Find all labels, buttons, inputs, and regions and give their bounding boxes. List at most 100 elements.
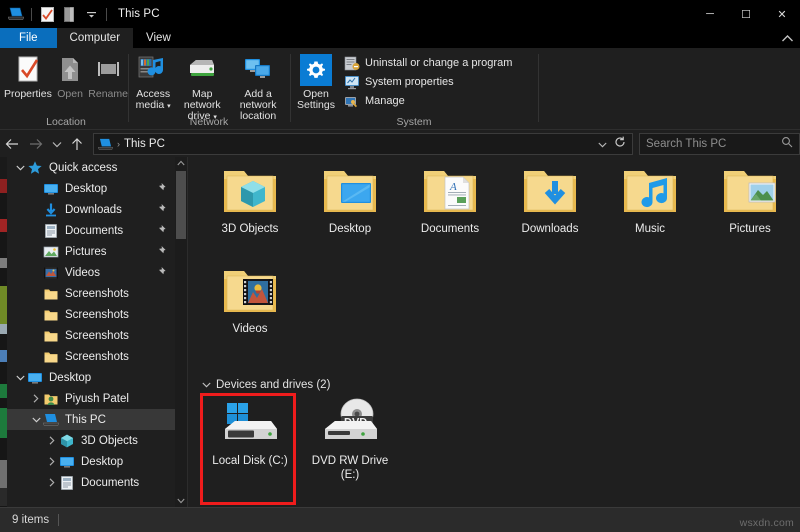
chevron-right-icon[interactable] [45, 457, 59, 466]
add-network-location-button[interactable]: Add a network location [230, 51, 286, 122]
refresh-icon[interactable] [614, 135, 626, 153]
chevron-down-icon: ▾ [167, 103, 171, 110]
title-bar: This PC ─ ☐ ✕ [0, 0, 800, 28]
properties-button[interactable]: Properties [4, 51, 52, 100]
sidebar-item-label: Quick access [49, 161, 118, 174]
sidebar-item-desktop[interactable]: Desktop [7, 178, 175, 199]
chevron-right-icon[interactable] [29, 394, 43, 403]
access-media-button[interactable]: Access media ▾ [132, 51, 174, 112]
open-button[interactable]: Open [52, 51, 88, 100]
sidebar-item-this-pc[interactable]: This PC [7, 409, 175, 430]
back-button[interactable] [0, 133, 24, 155]
chevron-down-icon[interactable] [13, 375, 27, 381]
chevron-down-icon[interactable] [13, 165, 27, 171]
folder-music-icon [619, 165, 681, 217]
recent-locations-button[interactable] [48, 133, 65, 155]
sidebar-item-label: Piyush Patel [65, 392, 129, 405]
file-tile[interactable]: DVD DVD RW Drive (E:) [300, 397, 400, 482]
up-button[interactable] [65, 133, 89, 155]
chevron-down-icon[interactable] [29, 417, 43, 423]
pin-icon[interactable] [155, 182, 166, 194]
file-tile[interactable]: Pictures [700, 165, 800, 236]
breadcrumb-dropdown-icon[interactable] [598, 135, 607, 153]
sidebar-item-3d-objects[interactable]: 3D Objects [7, 430, 175, 451]
sidebar-item-piyush-patel[interactable]: Piyush Patel [7, 388, 175, 409]
sidebar-item-screenshots[interactable]: Screenshots [7, 304, 175, 325]
system-properties-icon [344, 74, 360, 90]
search-box[interactable]: Search This PC [639, 133, 800, 155]
sidebar-item-screenshots[interactable]: Screenshots [7, 283, 175, 304]
sidebar-item-documents[interactable]: Documents [7, 472, 175, 493]
search-icon[interactable] [781, 135, 793, 153]
open-settings-button[interactable]: Open Settings [294, 51, 338, 111]
sidebar-item-screenshots[interactable]: Screenshots [7, 346, 175, 367]
close-button[interactable]: ✕ [764, 0, 800, 28]
properties-icon [12, 54, 44, 86]
folder-desktop-icon [319, 165, 381, 217]
sidebar-item-screenshots[interactable]: Screenshots [7, 325, 175, 346]
sidebar-item-label: Desktop [49, 371, 92, 384]
qat-divider-2 [106, 7, 107, 21]
file-tile[interactable]: Videos [200, 265, 300, 336]
manage-button[interactable]: Manage [342, 91, 512, 110]
open-label: Open [57, 88, 83, 100]
this-pc-icon [98, 138, 113, 151]
navigation-pane-scrollbar[interactable] [175, 157, 187, 507]
group-header-devices-and-drives[interactable]: Devices and drives (2) [202, 379, 330, 391]
file-tile[interactable]: 3D Objects [200, 165, 300, 236]
file-tile-label: Local Disk (C:) [212, 455, 288, 467]
sidebar-item-documents[interactable]: Documents [7, 220, 175, 241]
navigation-pane[interactable]: Quick access Desktop Downloads Documents Pic… [7, 157, 175, 507]
address-bar: › This PC Search This PC [0, 131, 800, 157]
collapse-ribbon-icon[interactable] [778, 30, 796, 46]
pin-icon[interactable] [155, 245, 166, 257]
this-pc-icon[interactable] [6, 4, 26, 24]
folder-icon [43, 286, 59, 302]
sidebar-item-label: Desktop [65, 182, 108, 195]
sidebar-item-desktop[interactable]: Desktop [7, 367, 175, 388]
sidebar-item-desktop[interactable]: Desktop [7, 451, 175, 472]
file-tile-label: Videos [232, 323, 268, 335]
sidebar-item-label: 3D Objects [81, 434, 138, 447]
search-input[interactable]: Search This PC [646, 138, 726, 150]
tab-view[interactable]: View [133, 28, 184, 48]
file-tile[interactable]: Desktop [300, 165, 400, 236]
forward-button[interactable] [24, 133, 48, 155]
chevron-right-icon[interactable] [45, 478, 59, 487]
scroll-down-arrow[interactable] [175, 495, 187, 507]
ribbon: Properties Open Rename Location Access m… [0, 48, 800, 130]
file-tile[interactable]: A Documents [400, 165, 500, 236]
tab-file[interactable]: File [0, 28, 57, 48]
minimize-button[interactable]: ─ [692, 0, 728, 28]
dvd-drive-icon: DVD [319, 397, 381, 449]
scrollbar-thumb[interactable] [176, 171, 186, 239]
sidebar-item-pictures[interactable]: Pictures [7, 241, 175, 262]
sidebar-item-quick-access[interactable]: Quick access [7, 157, 175, 178]
file-tile[interactable]: Music [600, 165, 700, 236]
sidebar-item-downloads[interactable]: Downloads [7, 199, 175, 220]
file-tile[interactable]: Local Disk (C:) [200, 397, 300, 468]
pin-icon[interactable] [155, 266, 166, 278]
tab-computer[interactable]: Computer [56, 28, 134, 48]
map-network-drive-button[interactable]: Map network drive ▾ [174, 51, 230, 123]
rename-button[interactable]: Rename [88, 51, 128, 100]
ribbon-tab-row: File Computer View [0, 28, 800, 48]
content-pane[interactable]: Devices and drives (2) 3D Objects Desktop… [188, 157, 800, 507]
chevron-down-icon[interactable] [202, 381, 211, 390]
scroll-up-arrow[interactable] [175, 157, 187, 169]
pin-icon[interactable] [155, 224, 166, 236]
folder-icon [43, 349, 59, 365]
file-tile[interactable]: Downloads [500, 165, 600, 236]
pin-icon[interactable] [155, 203, 166, 215]
breadcrumb-this-pc[interactable]: This PC [124, 138, 165, 150]
rename-icon [92, 54, 124, 86]
chevron-right-icon[interactable] [45, 436, 59, 445]
properties-icon[interactable] [37, 4, 57, 24]
system-properties-button[interactable]: System properties [342, 72, 512, 91]
sidebar-item-videos[interactable]: Videos [7, 262, 175, 283]
maximize-button[interactable]: ☐ [728, 0, 764, 28]
uninstall-program-button[interactable]: Uninstall or change a program [342, 53, 512, 72]
breadcrumb-bar[interactable]: › This PC [93, 133, 633, 155]
customize-chevron-icon[interactable] [81, 4, 101, 24]
open-icon[interactable] [59, 4, 79, 24]
